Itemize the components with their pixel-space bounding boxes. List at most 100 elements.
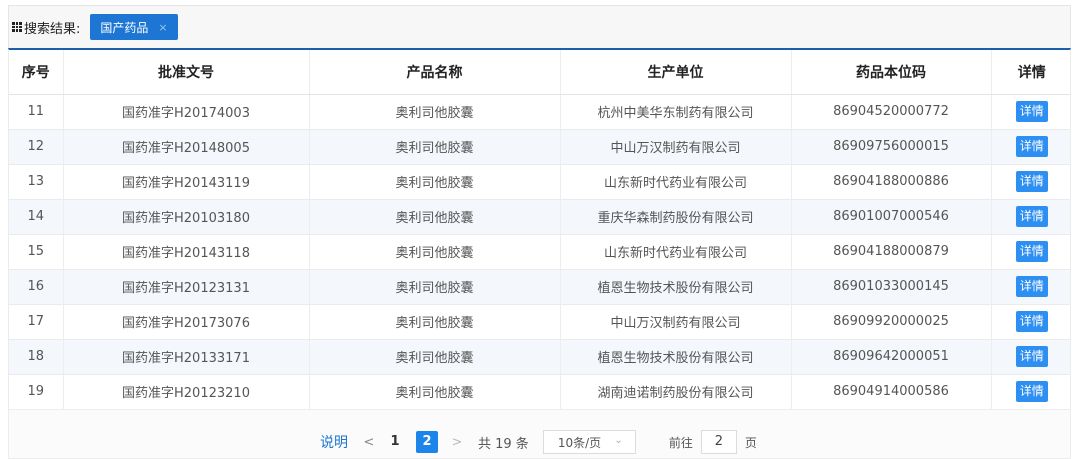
detail-button[interactable]: 详情 xyxy=(1015,311,1048,332)
table-row: 11 国药准字H20174003 奥利司他胶囊 杭州中美华东制药有限公司 8690452… xyxy=(9,94,1070,130)
product-name: 奥利司他胶囊 xyxy=(309,304,561,340)
table-row: 13 国药准字H20143119 奥利司他胶囊 山东新时代药业有限公司 86904188… xyxy=(9,164,1070,200)
detail-cell: 详情 xyxy=(991,304,1070,340)
detail-button[interactable]: 详情 xyxy=(1015,346,1048,367)
detail-button[interactable]: 详情 xyxy=(1015,171,1048,192)
drug-code: 86909642000051 xyxy=(791,339,992,375)
detail-button[interactable]: 详情 xyxy=(1015,241,1048,262)
product-name: 奥利司他胶囊 xyxy=(309,164,561,200)
product-name: 奥利司他胶囊 xyxy=(309,374,561,409)
detail-cell: 详情 xyxy=(991,339,1070,375)
product-name: 奥利司他胶囊 xyxy=(309,94,561,130)
chevron-down-icon: ⌄ xyxy=(614,435,623,446)
table-row: 12 国药准字H20148005 奥利司他胶囊 中山万汉制药有限公司 869097560… xyxy=(9,129,1070,165)
detail-button[interactable]: 详情 xyxy=(1015,136,1048,157)
page-size-value: 10条/页 xyxy=(557,435,602,450)
header-manufacturer: 生产单位 xyxy=(560,50,792,95)
search-results-bar: 搜索结果: 国产药品 × xyxy=(8,5,1071,48)
approval-number: 国药准字H20133171 xyxy=(63,339,310,375)
page-size-select[interactable]: 10条/页 ⌄ xyxy=(542,430,636,454)
manufacturer: 山东新时代药业有限公司 xyxy=(560,234,792,270)
manufacturer: 重庆华森制药股份有限公司 xyxy=(560,199,792,235)
detail-cell: 详情 xyxy=(991,374,1070,409)
product-name: 奥利司他胶囊 xyxy=(309,269,561,305)
row-index: 11 xyxy=(9,94,64,130)
page-button-2[interactable]: 2 xyxy=(416,431,438,453)
row-index: 12 xyxy=(9,129,64,165)
grid-icon xyxy=(12,22,22,32)
detail-button[interactable]: 详情 xyxy=(1015,206,1048,227)
table-row: 14 国药准字H20103180 奥利司他胶囊 重庆华森制药股份有限公司 8690100… xyxy=(9,199,1070,235)
manufacturer: 湖南迪诺制药股份有限公司 xyxy=(560,374,792,409)
total-count: 共 19 条 xyxy=(478,436,529,452)
row-index: 19 xyxy=(9,374,64,409)
goto-unit: 页 xyxy=(744,435,757,450)
table-row: 18 国药准字H20133171 奥利司他胶囊 植恩生物技术股份有限公司 8690964… xyxy=(9,339,1070,375)
page-button-1[interactable]: 1 xyxy=(384,431,406,453)
drug-code: 86909920000025 xyxy=(791,304,992,340)
manufacturer: 植恩生物技术股份有限公司 xyxy=(560,269,792,305)
next-page-button[interactable]: > xyxy=(448,435,466,450)
row-index: 17 xyxy=(9,304,64,340)
table-row: 16 国药准字H20123131 奥利司他胶囊 植恩生物技术股份有限公司 8690103… xyxy=(9,269,1070,305)
manufacturer: 杭州中美华东制药有限公司 xyxy=(560,94,792,130)
approval-number: 国药准字H20123131 xyxy=(63,269,310,305)
product-name: 奥利司他胶囊 xyxy=(309,199,561,235)
goto-page-input[interactable]: 2 xyxy=(700,430,737,454)
drug-code: 86909756000015 xyxy=(791,129,992,165)
goto-label: 前往 xyxy=(668,435,693,450)
detail-cell: 详情 xyxy=(991,129,1070,165)
detail-cell: 详情 xyxy=(991,94,1070,130)
close-icon[interactable]: × xyxy=(158,21,167,34)
table-header-row: 序号 批准文号 产品名称 生产单位 药品本位码 详情 xyxy=(9,50,1070,95)
header-detail: 详情 xyxy=(991,50,1070,95)
search-results-label: 搜索结果: xyxy=(24,21,81,37)
drug-code: 86904914000586 xyxy=(791,374,992,409)
approval-number: 国药准字H20123210 xyxy=(63,374,310,409)
detail-cell: 详情 xyxy=(991,269,1070,305)
drug-code: 86901007000546 xyxy=(791,199,992,235)
table-row: 19 国药准字H20123210 奥利司他胶囊 湖南迪诺制药股份有限公司 8690491… xyxy=(9,374,1070,409)
header-drug-code: 药品本位码 xyxy=(791,50,992,95)
approval-number: 国药准字H20103180 xyxy=(63,199,310,235)
row-index: 18 xyxy=(9,339,64,375)
header-index: 序号 xyxy=(9,50,64,95)
approval-number: 国药准字H20143119 xyxy=(63,164,310,200)
header-product-name: 产品名称 xyxy=(309,50,561,95)
drug-code: 86904188000886 xyxy=(791,164,992,200)
detail-cell: 详情 xyxy=(991,199,1070,235)
detail-button[interactable]: 详情 xyxy=(1015,276,1048,297)
row-index: 16 xyxy=(9,269,64,305)
table-row: 17 国药准字H20173076 奥利司他胶囊 中山万汉制药有限公司 869099200… xyxy=(9,304,1070,340)
drug-code: 86904188000879 xyxy=(791,234,992,270)
product-name: 奥利司他胶囊 xyxy=(309,129,561,165)
detail-cell: 详情 xyxy=(991,234,1070,270)
product-name: 奥利司他胶囊 xyxy=(309,339,561,375)
approval-number: 国药准字H20174003 xyxy=(63,94,310,130)
table-row: 15 国药准字H20143118 奥利司他胶囊 山东新时代药业有限公司 86904188… xyxy=(9,234,1070,270)
detail-cell: 详情 xyxy=(991,164,1070,200)
manufacturer: 植恩生物技术股份有限公司 xyxy=(560,339,792,375)
manufacturer: 中山万汉制药有限公司 xyxy=(560,129,792,165)
approval-number: 国药准字H20143118 xyxy=(63,234,310,270)
pagination: 说明 < 1 2 > 共 19 条 10条/页 ⌄ 前往 2 页 xyxy=(320,430,757,454)
product-name: 奥利司他胶囊 xyxy=(309,234,561,270)
approval-number: 国药准字H20173076 xyxy=(63,304,310,340)
drug-code: 86901033000145 xyxy=(791,269,992,305)
filter-tag-label: 国产药品 xyxy=(100,20,149,35)
approval-number: 国药准字H20148005 xyxy=(63,129,310,165)
row-index: 15 xyxy=(9,234,64,270)
row-index: 14 xyxy=(9,199,64,235)
header-approval-number: 批准文号 xyxy=(63,50,310,95)
manufacturer: 中山万汉制药有限公司 xyxy=(560,304,792,340)
drug-code: 86904520000772 xyxy=(791,94,992,130)
prev-page-button[interactable]: < xyxy=(360,435,378,450)
detail-button[interactable]: 详情 xyxy=(1015,381,1048,402)
explain-link[interactable]: 说明 xyxy=(320,432,348,452)
detail-button[interactable]: 详情 xyxy=(1015,101,1048,122)
row-index: 13 xyxy=(9,164,64,200)
pagination-bar: 说明 < 1 2 > 共 19 条 10条/页 ⌄ 前往 2 页 xyxy=(8,409,1071,459)
results-table: 序号 批准文号 产品名称 生产单位 药品本位码 详情 11 国药准字H201740… xyxy=(8,48,1071,409)
filter-tag-domestic-drugs[interactable]: 国产药品 × xyxy=(90,14,178,40)
manufacturer: 山东新时代药业有限公司 xyxy=(560,164,792,200)
